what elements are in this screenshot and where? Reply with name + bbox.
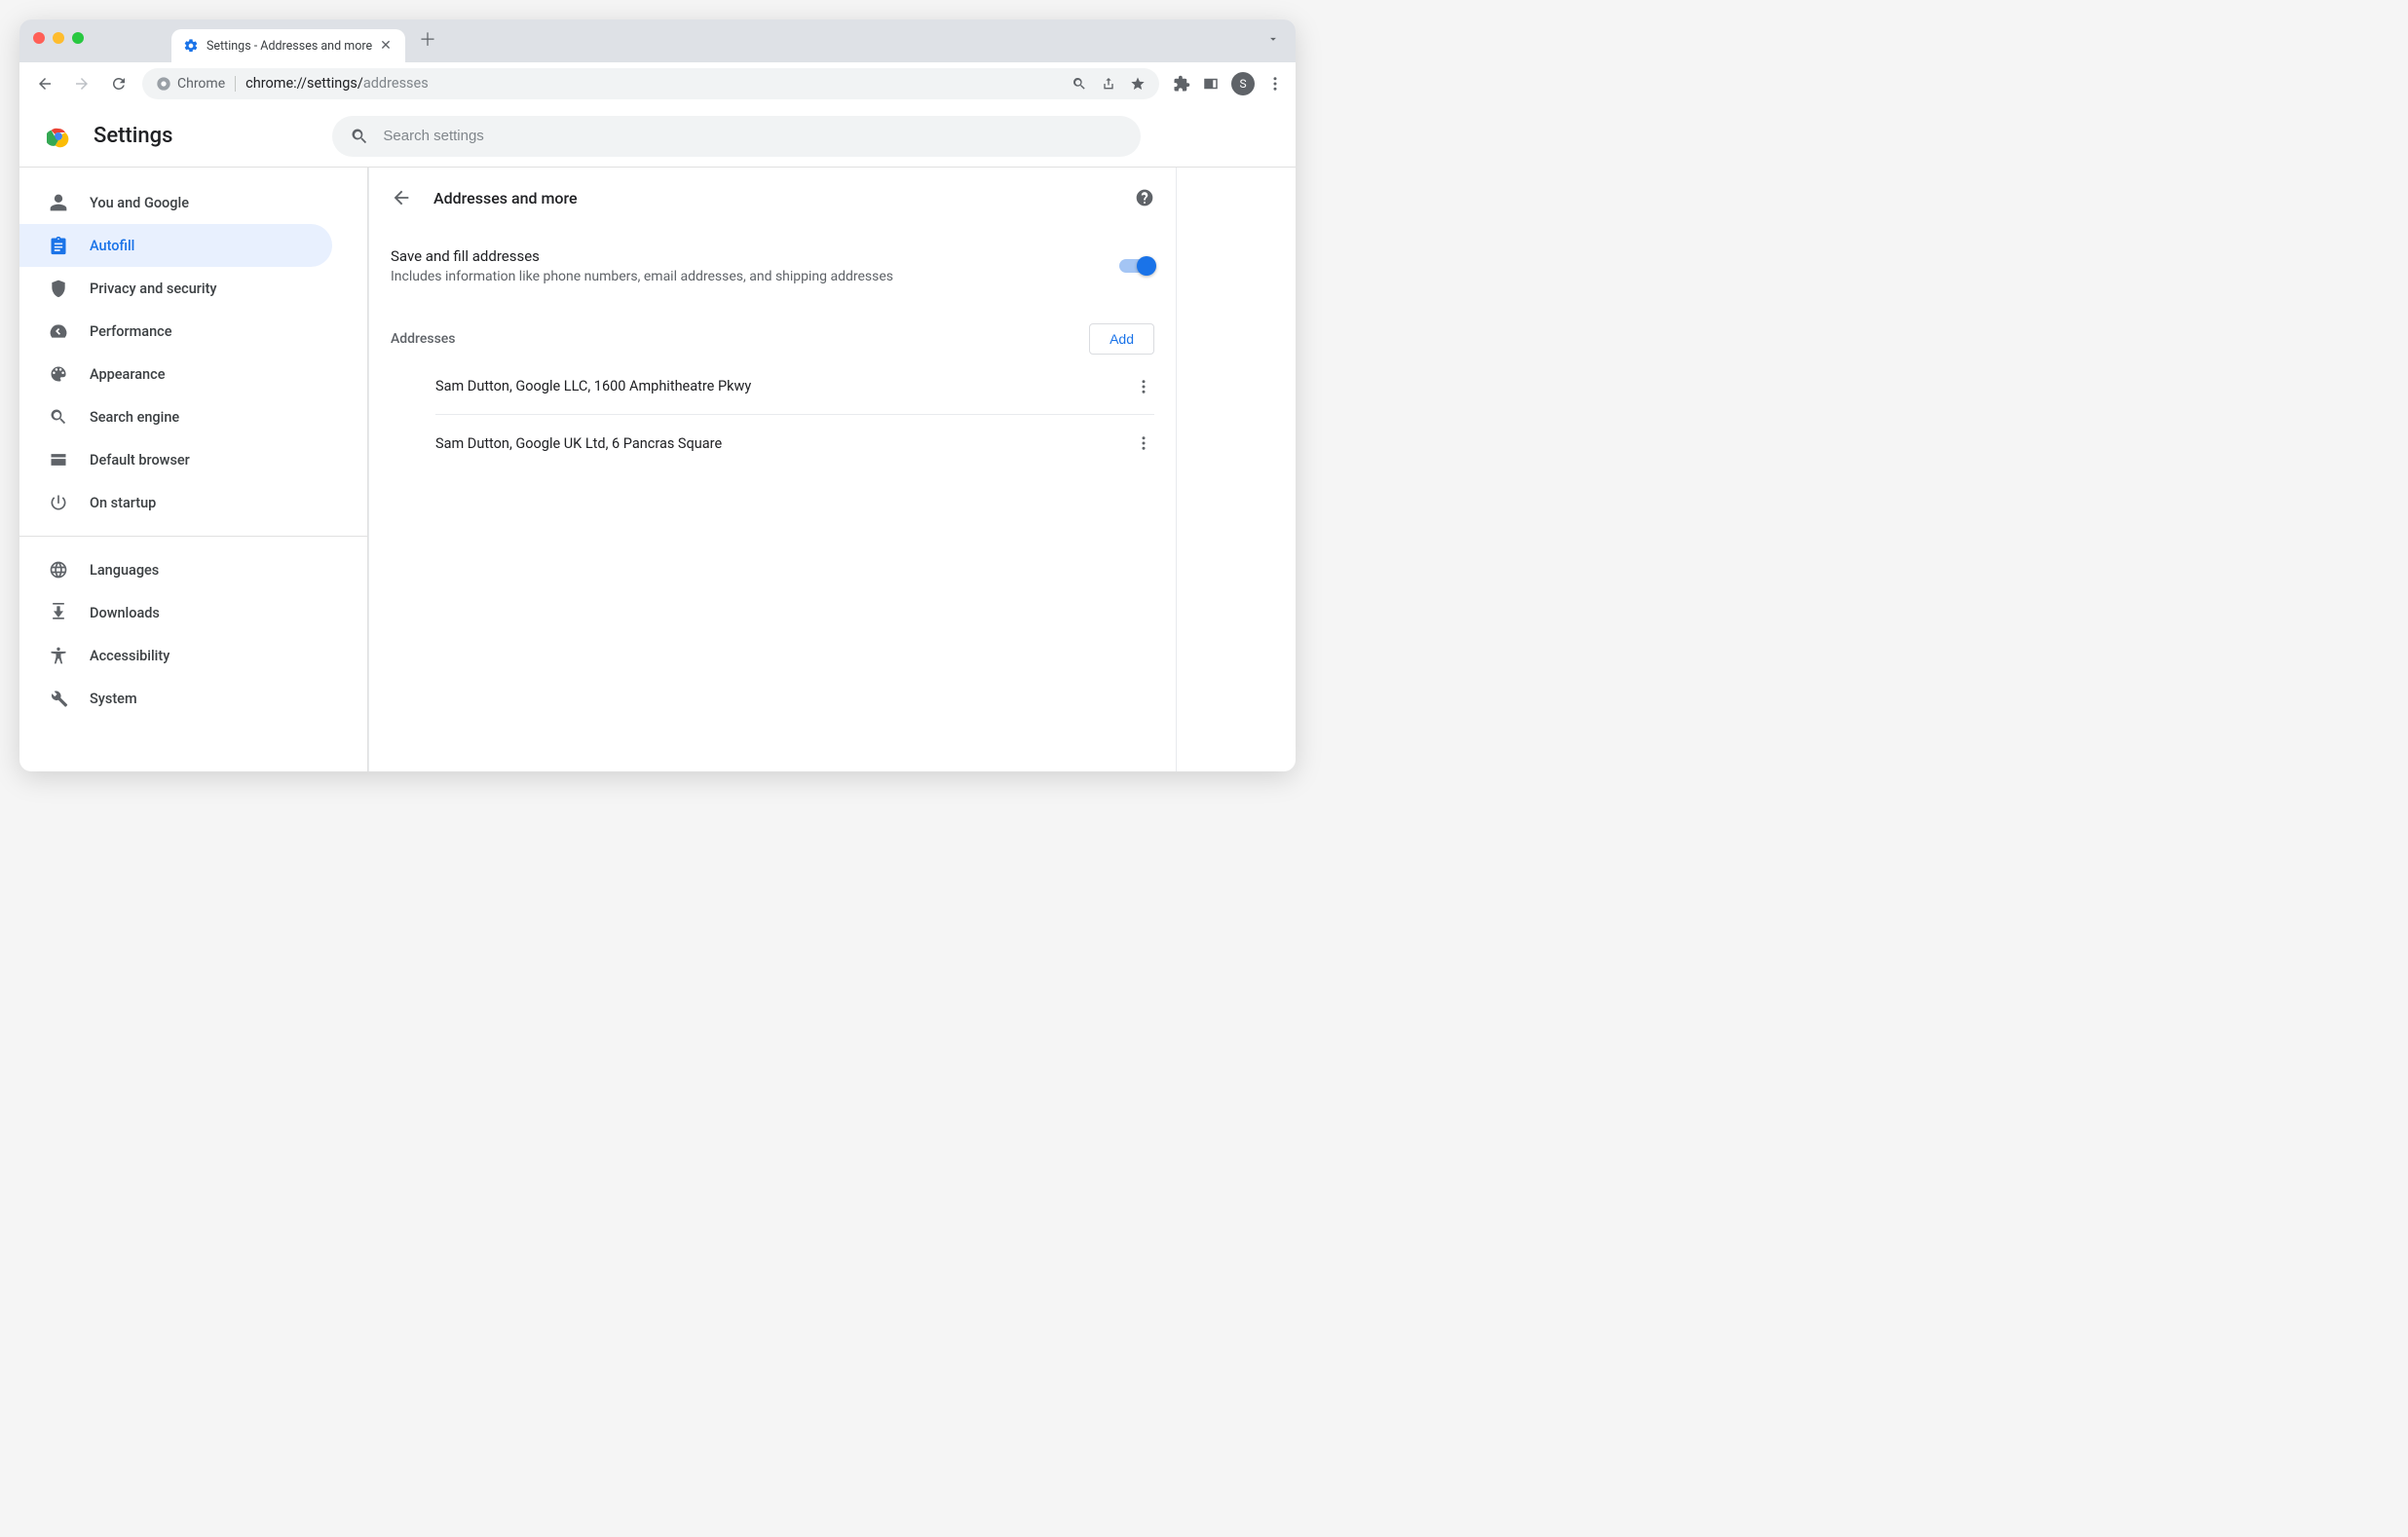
- maximize-window-button[interactable]: [72, 32, 84, 44]
- address-bar[interactable]: Chrome chrome://settings/addresses: [142, 68, 1159, 99]
- save-and-fill-toggle[interactable]: [1119, 259, 1154, 273]
- settings-search[interactable]: [332, 116, 1141, 157]
- wrench-icon: [49, 689, 68, 708]
- zoom-icon[interactable]: [1072, 76, 1087, 92]
- sidebar-item-label: Privacy and security: [90, 281, 217, 297]
- url-text: chrome://settings/addresses: [245, 75, 429, 92]
- browser-tab[interactable]: Settings - Addresses and more ✕: [171, 29, 405, 62]
- site-info-chip[interactable]: Chrome: [156, 76, 225, 92]
- site-info-label: Chrome: [177, 76, 225, 92]
- browser-toolbar: Chrome chrome://settings/addresses S: [19, 62, 1296, 105]
- sidebar-item-label: Default browser: [90, 452, 190, 469]
- addresses-panel: Addresses and more Save and fill address…: [368, 168, 1177, 771]
- sidebar-item-default-browser[interactable]: Default browser: [19, 438, 332, 481]
- sidebar-item-label: System: [90, 691, 137, 707]
- gear-icon: [183, 38, 199, 54]
- save-and-fill-toggle-row: Save and fill addresses Includes informa…: [391, 234, 1154, 298]
- sidebar-item-label: On startup: [90, 495, 156, 511]
- address-row[interactable]: Sam Dutton, Google LLC, 1600 Amphitheatr…: [435, 358, 1154, 415]
- close-window-button[interactable]: [33, 32, 45, 44]
- address-summary: Sam Dutton, Google LLC, 1600 Amphitheatr…: [435, 378, 751, 394]
- palette-icon: [49, 364, 68, 384]
- profile-avatar[interactable]: S: [1231, 72, 1255, 95]
- help-icon[interactable]: [1135, 188, 1154, 207]
- sidebar-item-downloads[interactable]: Downloads: [19, 591, 332, 634]
- panel-back-button[interactable]: [391, 187, 412, 208]
- sidebar-item-label: You and Google: [90, 195, 189, 211]
- back-button[interactable]: [31, 70, 58, 97]
- toggle-title: Save and fill addresses: [391, 247, 893, 265]
- sidebar-item-search-engine[interactable]: Search engine: [19, 395, 332, 438]
- addresses-section-label: Addresses: [391, 331, 456, 347]
- search-icon: [350, 127, 369, 146]
- sidebar-item-system[interactable]: System: [19, 677, 332, 720]
- settings-search-input[interactable]: [383, 128, 1123, 144]
- address-more-button[interactable]: [1129, 429, 1158, 458]
- sidebar-item-label: Downloads: [90, 605, 160, 621]
- share-icon[interactable]: [1101, 76, 1116, 92]
- sidebar-item-privacy-and-security[interactable]: Privacy and security: [19, 267, 332, 310]
- sidebar-divider: [19, 536, 367, 537]
- sidebar-item-label: Search engine: [90, 409, 179, 426]
- person-icon: [49, 193, 68, 212]
- new-tab-button[interactable]: ＋: [419, 26, 436, 52]
- sidebar-item-performance[interactable]: Performance: [19, 310, 332, 353]
- address-more-button[interactable]: [1129, 372, 1158, 401]
- sidebar-item-label: Autofill: [90, 238, 134, 254]
- window-controls: [33, 32, 84, 44]
- sidebar-item-label: Accessibility: [90, 648, 169, 664]
- sidebar-item-label: Languages: [90, 562, 159, 579]
- omnibox-divider: [235, 76, 236, 92]
- bookmark-star-icon[interactable]: [1130, 76, 1146, 92]
- toggle-subtitle: Includes information like phone numbers,…: [391, 269, 893, 284]
- add-address-button[interactable]: Add: [1089, 323, 1154, 355]
- tab-overflow-button[interactable]: [1266, 32, 1280, 46]
- settings-header: Settings: [19, 105, 1296, 168]
- power-icon: [49, 493, 68, 512]
- extensions-icon[interactable]: [1173, 75, 1190, 93]
- kebab-menu-icon[interactable]: [1266, 75, 1284, 93]
- settings-app-title: Settings: [94, 124, 172, 148]
- sidebar-item-you-and-google[interactable]: You and Google: [19, 181, 332, 224]
- globe-icon: [49, 560, 68, 580]
- browser-window: Settings - Addresses and more ✕ ＋ Chrome…: [19, 19, 1296, 771]
- browser-window-icon: [49, 450, 68, 469]
- search-icon: [49, 407, 68, 427]
- panel-title: Addresses and more: [433, 189, 578, 207]
- close-tab-button[interactable]: ✕: [380, 38, 392, 54]
- shield-icon: [49, 279, 68, 298]
- reload-button[interactable]: [105, 70, 132, 97]
- accessibility-icon: [49, 646, 68, 665]
- sidebar-item-on-startup[interactable]: On startup: [19, 481, 332, 524]
- sidebar-item-label: Appearance: [90, 366, 165, 383]
- side-panel-icon[interactable]: [1202, 75, 1220, 93]
- tab-title: Settings - Addresses and more: [207, 39, 372, 54]
- sidebar-item-autofill[interactable]: Autofill: [19, 224, 332, 267]
- sidebar-item-languages[interactable]: Languages: [19, 548, 332, 591]
- download-icon: [49, 603, 68, 622]
- addresses-list: Sam Dutton, Google LLC, 1600 Amphitheatr…: [435, 358, 1154, 471]
- settings-sidebar: You and Google Autofill Privacy and secu…: [19, 168, 368, 771]
- clipboard-icon: [49, 236, 68, 255]
- address-row[interactable]: Sam Dutton, Google UK Ltd, 6 Pancras Squ…: [435, 415, 1154, 471]
- sidebar-item-accessibility[interactable]: Accessibility: [19, 634, 332, 677]
- minimize-window-button[interactable]: [53, 32, 64, 44]
- chrome-logo-icon: [47, 125, 70, 148]
- sidebar-item-appearance[interactable]: Appearance: [19, 353, 332, 395]
- speedometer-icon: [49, 321, 68, 341]
- settings-app: Settings You and Google Autofill: [19, 105, 1296, 771]
- sidebar-item-label: Performance: [90, 323, 172, 340]
- forward-button[interactable]: [68, 70, 95, 97]
- address-summary: Sam Dutton, Google UK Ltd, 6 Pancras Squ…: [435, 435, 722, 452]
- titlebar: Settings - Addresses and more ✕ ＋: [19, 19, 1296, 62]
- settings-main: Addresses and more Save and fill address…: [368, 168, 1296, 771]
